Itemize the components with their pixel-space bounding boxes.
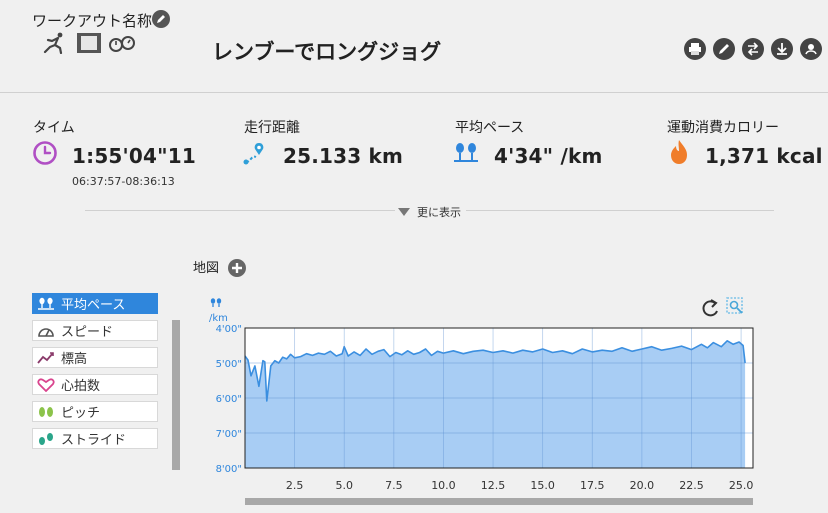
share-button[interactable] <box>800 38 822 60</box>
y-tick-label: 7'00" <box>216 429 242 440</box>
chart-horizontal-scrollbar[interactable] <box>245 498 753 505</box>
show-more-label: 更に表示 <box>417 206 461 219</box>
elevation-trend-icon <box>37 351 54 364</box>
stopwatch-icon[interactable] <box>108 32 136 54</box>
runner-icon[interactable] <box>42 32 68 54</box>
y-tick-label: 6'00" <box>216 394 242 405</box>
x-tick-label: 20.0 <box>630 479 655 492</box>
distance-label: 走行距離 <box>244 120 300 136</box>
header-divider <box>0 92 828 93</box>
avg-pace-label: 平均ペース <box>455 120 525 136</box>
pace-unit-icon <box>210 298 222 307</box>
map-label: 地図 <box>193 261 220 276</box>
time-range: 06:37:57-08:36:13 <box>72 175 175 188</box>
flame-icon <box>671 140 687 164</box>
transfer-button[interactable] <box>742 38 764 60</box>
sidebar-item-label: ピッチ <box>61 406 101 421</box>
plus-icon <box>232 263 242 273</box>
x-tick-label: 7.5 <box>385 479 403 492</box>
sidebar-item-label: 標高 <box>61 352 88 367</box>
pace-area <box>245 340 746 468</box>
time-label: タイム <box>33 120 75 136</box>
edit-button[interactable] <box>713 38 735 60</box>
filmstrip-icon[interactable] <box>76 32 102 54</box>
sidebar-item-label: 心拍数 <box>61 379 101 394</box>
route-pin-icon <box>243 143 264 165</box>
y-tick-label: 8'00" <box>216 464 242 475</box>
calories-label: 運動消費カロリー <box>667 120 779 136</box>
stats-divider-left <box>85 210 395 211</box>
footprint-pace-icon <box>38 297 54 310</box>
stride-footprint-icon <box>39 432 53 445</box>
edit-workout-name-button[interactable] <box>152 10 170 28</box>
y-tick-label: 4'00" <box>216 324 242 335</box>
map-expand-button[interactable] <box>228 259 246 277</box>
sidebar-item-avg-pace[interactable]: 平均ペース <box>32 293 158 314</box>
pencil-icon <box>719 44 729 54</box>
triangle-down-icon <box>398 208 410 216</box>
x-tick-label: 15.0 <box>530 479 555 492</box>
sidebar-item-label: スピード <box>61 325 114 340</box>
heart-icon <box>37 377 55 392</box>
workout-name-label: ワークアウト名称 <box>32 12 153 30</box>
zoom-select-icon[interactable] <box>726 297 743 314</box>
calories-value: 1,371 kcal <box>705 144 823 168</box>
sidebar-item-label: ストライド <box>61 433 127 448</box>
x-tick-label: 2.5 <box>286 479 304 492</box>
show-more-toggle[interactable]: 更に表示 <box>397 204 461 220</box>
x-tick-label: 25.0 <box>729 479 754 492</box>
share-icon <box>805 44 817 55</box>
workout-title: レンブーでロングジョグ <box>212 40 442 64</box>
reset-zoom-icon[interactable] <box>702 299 718 317</box>
footprint-pace-icon <box>454 143 478 162</box>
clock-icon <box>33 141 57 165</box>
x-tick-label: 10.0 <box>431 479 456 492</box>
swap-arrows-icon <box>747 42 759 56</box>
x-tick-label: 22.5 <box>679 479 704 492</box>
sidebar-item-pitch[interactable]: ピッチ <box>32 401 158 422</box>
stats-divider-right <box>466 210 774 211</box>
y-axis-unit: /km <box>209 313 228 324</box>
speedometer-icon <box>38 327 54 337</box>
y-tick-label: 5'00" <box>216 359 242 370</box>
sidebar-item-stride[interactable]: ストライド <box>32 428 158 449</box>
print-button[interactable] <box>684 38 706 60</box>
sidebar-item-label: 平均ペース <box>61 298 126 313</box>
time-value: 1:55'04"11 <box>72 144 196 168</box>
x-tick-label: 17.5 <box>580 479 605 492</box>
sidebar-scrollbar[interactable] <box>172 320 180 470</box>
distance-value: 25.133 km <box>283 144 404 168</box>
avg-pace-value: 4'34" /km <box>494 144 603 168</box>
pencil-icon <box>157 15 165 23</box>
pitch-footprint-icon <box>39 406 53 417</box>
sidebar-item-speed[interactable]: スピード <box>32 320 158 341</box>
sidebar-item-heart-rate[interactable]: 心拍数 <box>32 374 158 395</box>
x-tick-label: 12.5 <box>481 479 506 492</box>
sidebar-item-elevation[interactable]: 標高 <box>32 347 158 368</box>
download-icon <box>777 43 787 55</box>
pace-chart: /km 4'00" 5'00" 6'00" 7'00" 8'00" 2.5 5.0 7.5 10… <box>209 297 754 492</box>
printer-icon <box>689 43 701 55</box>
download-button[interactable] <box>771 38 793 60</box>
x-tick-label: 5.0 <box>335 479 353 492</box>
